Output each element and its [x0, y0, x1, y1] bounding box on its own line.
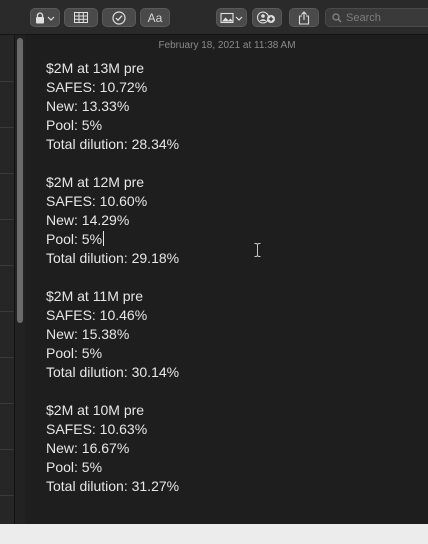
pool-line: Pool: 5% — [46, 459, 103, 475]
search-icon — [332, 12, 342, 22]
note-body[interactable]: $2M at 13M pre SAFES: 10.72% New: 13.33%… — [46, 59, 179, 515]
new-line: New: 16.67% — [46, 440, 130, 456]
pool-line: Pool: 5% — [46, 117, 103, 133]
list-divider — [0, 173, 14, 174]
window-bottom-edge — [0, 524, 428, 544]
list-divider — [0, 495, 14, 496]
list-divider — [0, 127, 14, 128]
total-dilution-line: Total dilution: 28.34% — [46, 136, 180, 152]
search-field[interactable] — [325, 8, 428, 27]
checklist-button[interactable] — [102, 8, 136, 27]
scenario-title: $2M at 13M pre — [46, 60, 145, 76]
list-divider — [0, 449, 14, 450]
pool-line-text: Pool: 5% — [46, 231, 103, 247]
scenario-title: $2M at 12M pre — [46, 174, 145, 190]
media-button[interactable] — [216, 8, 247, 27]
scenario-block: $2M at 13M pre SAFES: 10.72% New: 13.33%… — [46, 59, 179, 154]
total-dilution-line: Total dilution: 29.18% — [46, 250, 180, 266]
collaborate-button[interactable] — [252, 8, 282, 27]
toolbar: Aa — [0, 0, 428, 35]
add-people-icon — [257, 11, 275, 24]
notes-window: Aa Search February 18, 2021 at 11:38 AM … — [0, 0, 428, 524]
total-dilution-line: Total dilution: 30.14% — [46, 364, 180, 380]
share-button[interactable] — [289, 8, 319, 27]
table-button[interactable] — [64, 8, 98, 27]
safes-line: SAFES: 10.72% — [46, 79, 148, 95]
list-divider — [0, 357, 14, 358]
text-cursor — [103, 231, 105, 246]
note-timestamp: February 18, 2021 at 11:38 AM — [158, 40, 296, 51]
list-divider — [0, 403, 14, 404]
total-dilution-line: Total dilution: 31.27% — [46, 478, 180, 494]
list-divider — [0, 81, 14, 82]
scenario-block: $2M at 10M pre SAFES: 10.63% New: 16.67%… — [46, 401, 179, 496]
photo-icon — [219, 12, 242, 23]
safes-line: SAFES: 10.63% — [46, 421, 148, 437]
notes-list-pane — [0, 35, 15, 524]
share-icon — [298, 10, 310, 25]
format-button[interactable]: Aa — [140, 8, 170, 27]
scrollbar-thumb[interactable] — [17, 38, 23, 323]
pool-line-with-cursor: Pool: 5% — [46, 230, 179, 249]
lock-icon — [36, 11, 55, 23]
list-divider — [0, 265, 14, 266]
safes-line: SAFES: 10.46% — [46, 307, 148, 323]
scenario-title: $2M at 10M pre — [46, 402, 145, 418]
safes-line: SAFES: 10.60% — [46, 193, 148, 209]
format-button-label: Aa — [147, 10, 163, 25]
ibeam-cursor-icon — [254, 243, 261, 257]
search-input[interactable] — [346, 11, 426, 24]
new-line: New: 15.38% — [46, 326, 130, 342]
note-editor[interactable]: February 18, 2021 at 11:38 AM $2M at 13M… — [26, 35, 428, 524]
scenario-title: $2M at 11M pre — [46, 288, 144, 304]
lock-button[interactable] — [30, 8, 60, 27]
new-line: New: 13.33% — [46, 98, 130, 114]
scenario-block: $2M at 11M pre SAFES: 10.46% New: 15.38%… — [46, 287, 179, 382]
pool-line: Pool: 5% — [46, 345, 103, 361]
scenario-block: $2M at 12M pre SAFES: 10.60% New: 14.29%… — [46, 173, 179, 268]
list-divider — [0, 219, 14, 220]
table-icon — [74, 12, 88, 23]
new-line: New: 14.29% — [46, 212, 130, 228]
checkmark-circle-icon — [112, 10, 126, 25]
list-divider — [0, 311, 14, 312]
